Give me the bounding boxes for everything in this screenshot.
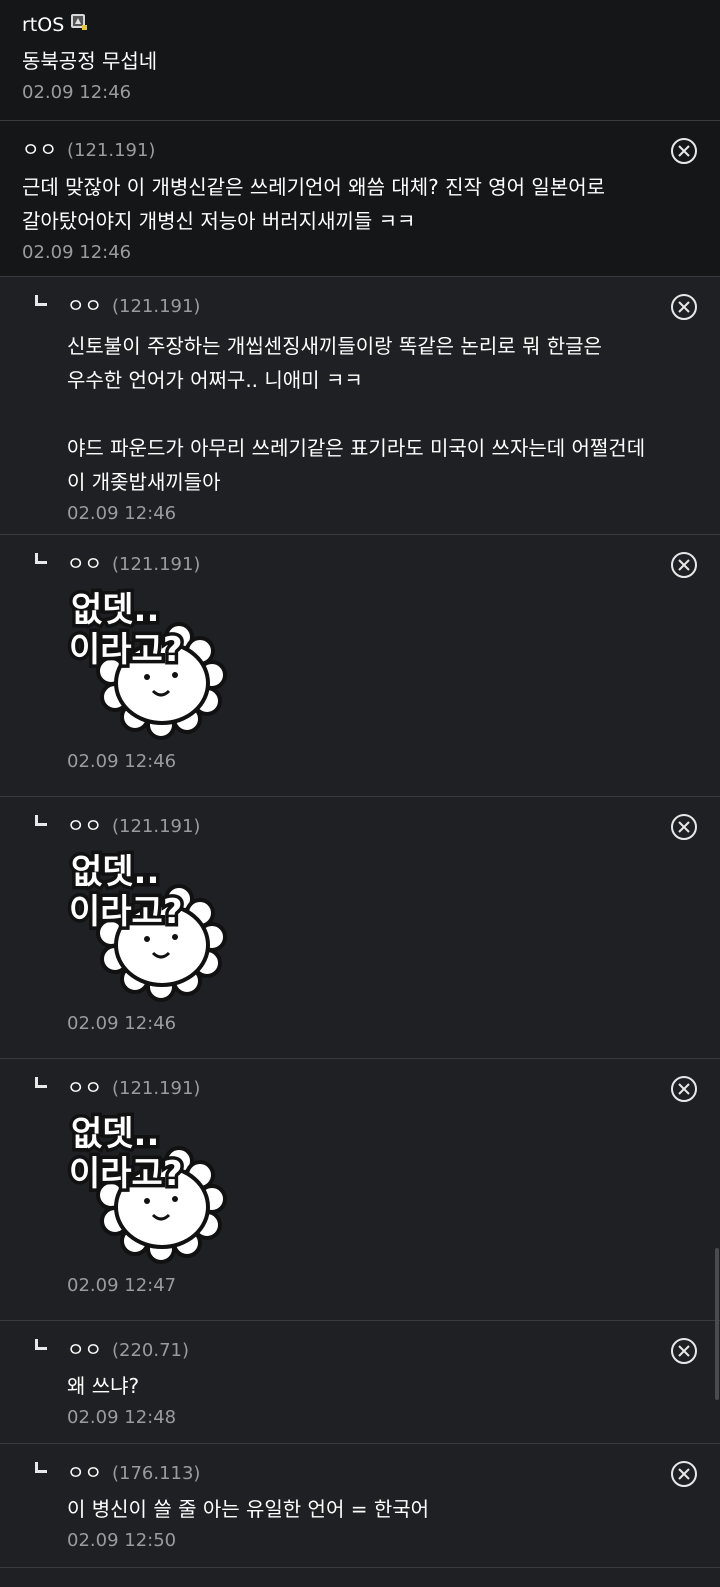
comment-header: rtOS xyxy=(22,10,660,40)
close-circle-icon[interactable] xyxy=(670,813,698,841)
comment-ip: (121.191) xyxy=(111,1078,201,1099)
comment-header: ㅇㅇ (121.191) xyxy=(22,135,660,165)
comment-date: 02.09 12:46 xyxy=(22,82,132,103)
sticker-text: 이라고? xyxy=(69,1154,183,1194)
sticker-text: 없뎃.. xyxy=(71,1114,159,1154)
reply-arrow-icon xyxy=(35,815,47,826)
comment-date: 02.09 12:46 xyxy=(22,242,132,263)
comment-nickname[interactable]: ㅇㅇ xyxy=(67,1458,102,1488)
scrollbar[interactable] xyxy=(715,1248,719,1400)
comment-item: ㅇㅇ (121.191) 근데 맞잖아 이 개병신같은 쓰레기언어 왜씀 대체?… xyxy=(0,121,720,277)
comment-nickname[interactable]: ㅇㅇ xyxy=(67,1335,102,1365)
reply-arrow-icon xyxy=(35,295,47,306)
lion-sticker-image[interactable]: 없뎃.. 이라고? xyxy=(67,1103,239,1271)
reply-arrow-icon xyxy=(35,1077,47,1088)
comment-ip: (121.191) xyxy=(66,140,156,161)
comment-ip: (220.71) xyxy=(111,1340,189,1361)
comment-nickname[interactable]: ㅇㅇ xyxy=(67,1073,102,1103)
reply-item: ㅇㅇ (121.191) 없뎃.. 이라고? 02.09 12:46 xyxy=(0,535,720,797)
close-circle-icon[interactable] xyxy=(670,1075,698,1103)
lion-sticker-image[interactable]: 없뎃.. 이라고? xyxy=(67,841,239,1009)
reply-arrow-icon xyxy=(35,1339,47,1350)
comment-header: ㅇㅇ (220.71) xyxy=(67,1335,660,1365)
close-circle-icon[interactable] xyxy=(670,1460,698,1488)
comment-date: 02.09 12:48 xyxy=(67,1407,177,1428)
comment-body: 왜 쓰냐? xyxy=(67,1374,140,1398)
comment-ip: (121.191) xyxy=(111,554,201,575)
comment-nickname[interactable]: ㅇㅇ xyxy=(67,549,102,579)
reply-arrow-icon xyxy=(35,553,47,564)
reply-item: ㅇㅇ (121.191) 없뎃.. 이라고? 02.09 12:46 xyxy=(0,797,720,1059)
comment-body: 근데 맞잖아 이 개병신같은 쓰레기언어 왜씀 대체? 진작 영어 일본어로 갈… xyxy=(22,175,606,233)
comment-date: 02.09 12:47 xyxy=(67,1275,177,1296)
comment-date: 02.09 12:46 xyxy=(67,1013,177,1034)
comment-ip: (176.113) xyxy=(111,1463,201,1484)
sticker-text: 없뎃.. xyxy=(71,590,159,630)
comment-body: 동북공정 무섭네 xyxy=(22,49,158,73)
comment-nickname[interactable]: ㅇㅇ xyxy=(67,291,102,321)
comment-header: ㅇㅇ (121.191) xyxy=(67,549,660,579)
comment-date: 02.09 12:46 xyxy=(67,751,177,772)
sticker-text: 없뎃.. xyxy=(71,852,159,892)
close-circle-icon[interactable] xyxy=(670,551,698,579)
reply-arrow-icon xyxy=(35,1462,47,1473)
reply-item: ㅇㅇ (121.191) 없뎃.. 이라고? 02.09 12:47 xyxy=(0,1059,720,1321)
gallery-member-icon xyxy=(71,14,88,30)
comment-ip: (121.191) xyxy=(111,296,201,317)
comment-item: rtOS 동북공정 무섭네 02.09 12:46 xyxy=(0,0,720,121)
comment-header: ㅇㅇ (176.113) xyxy=(67,1458,660,1488)
close-circle-icon[interactable] xyxy=(670,137,698,165)
comment-date: 02.09 12:46 xyxy=(67,503,177,524)
close-circle-icon[interactable] xyxy=(670,293,698,321)
sticker-text: 이라고? xyxy=(69,892,183,932)
comment-body: 신토불이 주장하는 개씹센징새끼들이랑 똑같은 논리로 뭐 한글은 우수한 언어… xyxy=(67,334,646,494)
reply-item: ㅇㅇ (176.113) 이 병신이 쓸 줄 아는 유일한 언어 = 한국어 0… xyxy=(0,1444,720,1568)
comment-nickname[interactable]: ㅇㅇ xyxy=(67,811,102,841)
close-circle-icon[interactable] xyxy=(670,1337,698,1365)
comment-header: ㅇㅇ (121.191) xyxy=(67,291,660,321)
comment-date: 02.09 12:50 xyxy=(67,1530,177,1551)
comment-ip: (121.191) xyxy=(111,816,201,837)
comment-header: ㅇㅇ (121.191) xyxy=(67,1073,660,1103)
sticker-text: 이라고? xyxy=(69,630,183,670)
comment-nickname[interactable]: ㅇㅇ xyxy=(22,135,57,165)
comment-nickname[interactable]: rtOS xyxy=(22,10,64,40)
comment-body: 이 병신이 쓸 줄 아는 유일한 언어 = 한국어 xyxy=(67,1497,430,1521)
reply-item: ㅇㅇ (121.191) 신토불이 주장하는 개씹센징새끼들이랑 똑같은 논리로… xyxy=(0,277,720,535)
reply-item: ㅇㅇ (220.71) 왜 쓰냐? 02.09 12:48 xyxy=(0,1321,720,1444)
comment-header: ㅇㅇ (121.191) xyxy=(67,811,660,841)
lion-sticker-image[interactable]: 없뎃.. 이라고? xyxy=(67,579,239,747)
